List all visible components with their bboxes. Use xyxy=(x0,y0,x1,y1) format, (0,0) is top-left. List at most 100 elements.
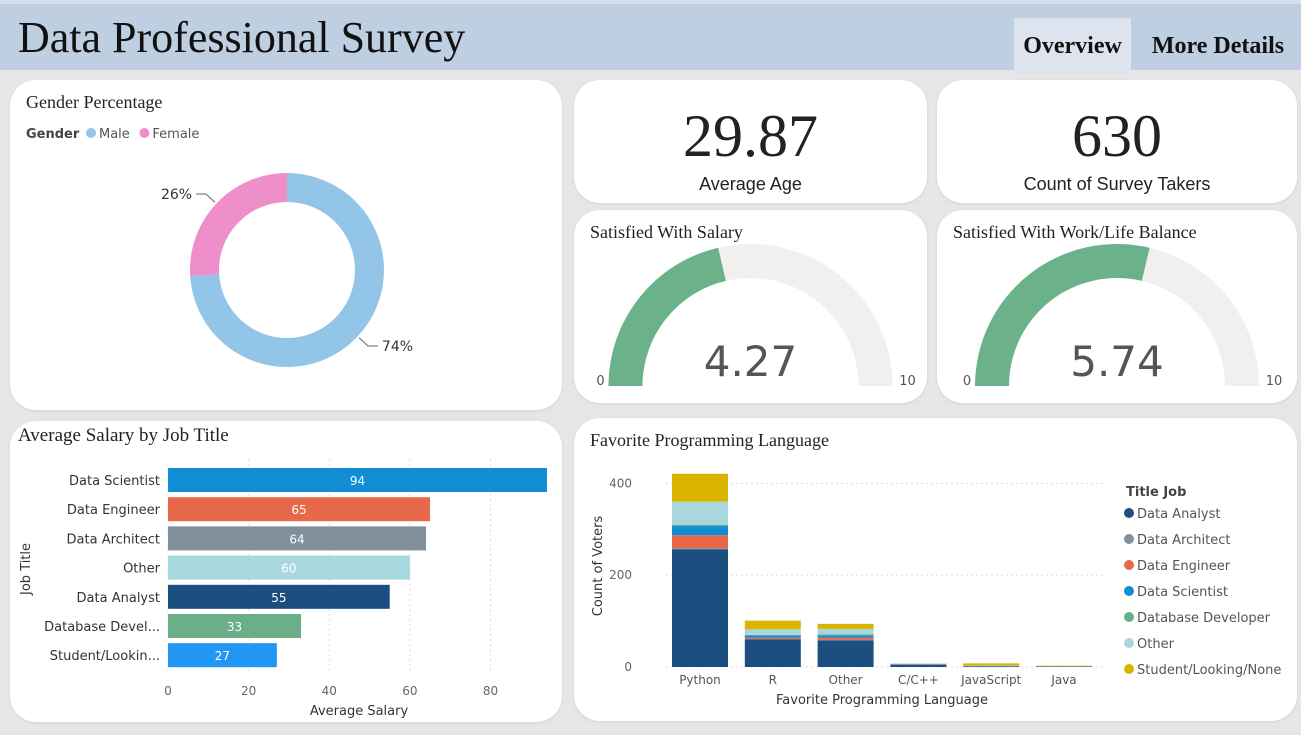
lang-legend-item[interactable]: Database Developer xyxy=(1137,611,1271,626)
lang-bar-segment[interactable] xyxy=(890,664,947,667)
lang-legend-marker xyxy=(1124,586,1134,596)
salary-bar-label: 65 xyxy=(291,503,306,517)
lang-bar-segment[interactable] xyxy=(744,629,801,635)
gender-legend-item[interactable]: Female xyxy=(152,127,199,142)
lang-bar-segment[interactable] xyxy=(672,535,728,549)
lang-bar-segment[interactable] xyxy=(817,628,874,635)
lang-legend-marker xyxy=(1124,534,1134,544)
lang-bar-segment[interactable] xyxy=(744,620,801,630)
gender-donut-chart: Gender Male Female 74% 26% xyxy=(26,127,413,367)
lang-bar-segment[interactable] xyxy=(672,526,728,536)
salary-satisfaction-gauge: 4.27 0 10 xyxy=(596,244,916,389)
salary-category-label: Data Analyst xyxy=(77,591,160,606)
salary-bar-label: 60 xyxy=(281,562,296,576)
gauge-max-label: 10 xyxy=(1266,374,1283,389)
salary-x-tick: 80 xyxy=(483,684,498,698)
lang-legend-marker xyxy=(1124,508,1134,518)
lang-bar-segment[interactable] xyxy=(817,623,874,629)
lang-bar-segment[interactable] xyxy=(817,637,874,640)
lang-legend-marker xyxy=(1124,612,1134,622)
lang-legend-item[interactable]: Student/Looking/None xyxy=(1137,663,1281,678)
salary-category-label: Data Scientist xyxy=(69,474,160,489)
gauge-value-label: 5.74 xyxy=(1070,337,1164,386)
donut-data-label: 26% xyxy=(161,187,192,203)
lang-y-axis-title: Count of Voters xyxy=(591,516,606,617)
salary-y-axis-title: Job Title xyxy=(19,543,34,596)
salary-satisfaction-card: Satisfied With Salary 4.27 0 10 xyxy=(574,210,927,403)
gender-legend-marker xyxy=(139,128,150,138)
lang-x-tick: R xyxy=(769,673,777,687)
lang-legend-marker xyxy=(1124,664,1134,674)
salary-x-tick: 60 xyxy=(402,684,417,698)
average-age-value: 29.87 xyxy=(683,103,818,169)
salary-category-label: Database Devel... xyxy=(44,620,160,635)
gauge-max-label: 10 xyxy=(899,374,916,389)
salary-bar-label: 64 xyxy=(289,532,304,546)
lang-bar-segment[interactable] xyxy=(963,663,1020,666)
salary-bar-label: 33 xyxy=(227,620,242,634)
lang-bar-segment[interactable] xyxy=(672,524,728,527)
salary-x-tick: 20 xyxy=(241,684,256,698)
donut-slice-female[interactable] xyxy=(190,173,287,277)
salary-bar-label: 94 xyxy=(350,474,365,488)
lang-x-axis-title: Favorite Programming Language xyxy=(776,693,988,708)
lang-legend-item[interactable]: Data Engineer xyxy=(1137,559,1231,574)
lang-y-tick: 400 xyxy=(609,476,632,490)
lang-bar-segment[interactable] xyxy=(817,634,874,636)
lang-bar-segment[interactable] xyxy=(744,639,801,667)
salary-category-label: Data Engineer xyxy=(67,503,161,518)
salary-bar-chart: 0 20 40 60 80 94 Data Scientist 65 Data Engineer… xyxy=(19,459,547,719)
salary-category-label: Data Architect xyxy=(67,532,160,547)
donut-data-label: 74% xyxy=(382,339,413,355)
lang-legend-item[interactable]: Other xyxy=(1137,637,1175,652)
salary-x-tick: 40 xyxy=(322,684,337,698)
salary-x-axis-title: Average Salary xyxy=(310,704,409,719)
lang-x-tick: Python xyxy=(679,673,721,687)
gender-legend-title: Gender xyxy=(26,127,80,142)
lang-x-tick: C/C++ xyxy=(898,673,939,687)
gender-legend-item[interactable]: Male xyxy=(99,127,130,142)
language-stacked-bar-chart: 0 200 400 Python R Other C/C++ JavaScript Java Fa… xyxy=(591,473,1281,708)
lang-legend-item[interactable]: Data Scientist xyxy=(1137,585,1228,600)
lang-y-tick: 0 xyxy=(624,660,632,674)
salary-card: Average Salary by Job Title 0 20 40 60 80 94 D… xyxy=(10,421,562,722)
donut-leader-line xyxy=(196,193,216,203)
lang-legend-marker xyxy=(1124,638,1134,648)
lang-legend-marker xyxy=(1124,560,1134,570)
gauge-min-label: 0 xyxy=(596,374,604,389)
language-card: Favorite Programming Language 0 200 400 Pyt… xyxy=(574,418,1297,721)
average-age-label: Average Age xyxy=(699,174,802,194)
lang-bar-segment[interactable] xyxy=(672,473,728,502)
worklife-satisfaction-gauge: 5.74 0 10 xyxy=(963,243,1283,389)
lang-legend-item[interactable]: Data Architect xyxy=(1137,533,1230,548)
page-title: Data Professional Survey xyxy=(18,13,466,62)
lang-bar-segment[interactable] xyxy=(672,548,728,550)
lang-legend-title: Title Job xyxy=(1126,485,1186,500)
lang-x-tick: Java xyxy=(1050,673,1076,687)
lang-bar-segment[interactable] xyxy=(672,501,728,525)
lang-bar-segment[interactable] xyxy=(744,637,801,639)
salary-category-label: Student/Lookin... xyxy=(50,649,160,664)
average-age-card: 29.87 Average Age xyxy=(574,80,927,203)
worklife-satisfaction-card: Satisfied With Work/Life Balance 5.74 0 10 xyxy=(937,210,1297,403)
tab-more-details[interactable]: More Details xyxy=(1138,18,1298,74)
gender-legend-marker xyxy=(86,128,96,138)
survey-count-label: Count of Survey Takers xyxy=(1023,174,1211,194)
lang-y-tick: 200 xyxy=(609,568,632,582)
tab-overview[interactable]: Overview xyxy=(1014,18,1131,74)
gauge-min-label: 0 xyxy=(963,374,971,389)
survey-count-card: 630 Count of Survey Takers xyxy=(937,80,1297,203)
salary-x-tick: 0 xyxy=(164,684,172,698)
lang-bar-segment[interactable] xyxy=(817,640,874,667)
salary-category-label: Other xyxy=(123,562,161,577)
salary-bar-label: 27 xyxy=(215,649,230,663)
lang-bar-segment[interactable] xyxy=(744,635,801,638)
gender-card: Gender Percentage Gender Male Female 74% 26% xyxy=(10,80,562,410)
lang-x-tick: Other xyxy=(829,673,863,687)
lang-bar-segment[interactable] xyxy=(817,635,874,638)
gauge-value-label: 4.27 xyxy=(704,337,798,386)
lang-legend-item[interactable]: Data Analyst xyxy=(1137,507,1220,522)
lang-x-tick: JavaScript xyxy=(960,673,1021,687)
lang-bar-segment[interactable] xyxy=(672,549,728,667)
salary-bar-label: 55 xyxy=(271,591,286,605)
